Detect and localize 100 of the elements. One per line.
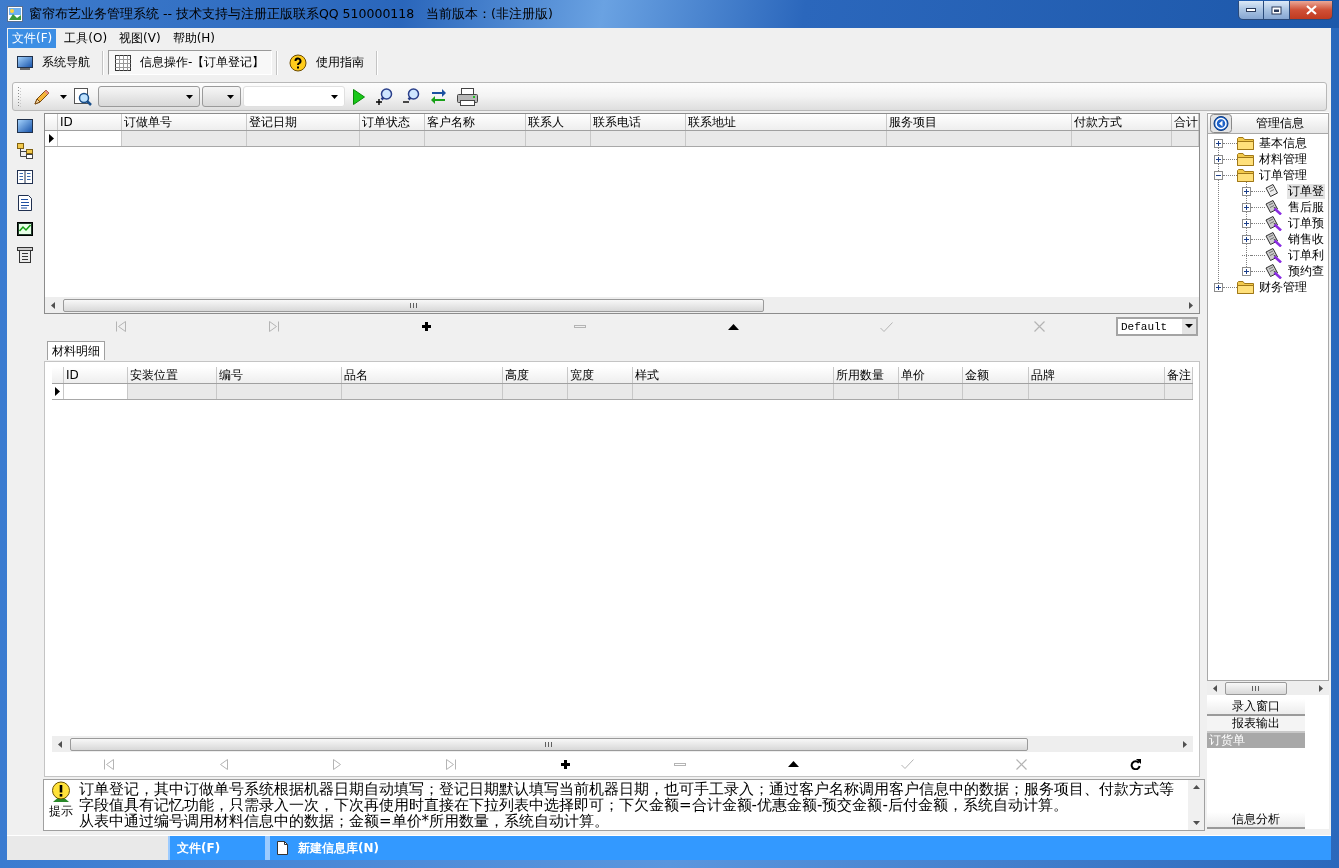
dropdown-arrow-icon[interactable] bbox=[186, 94, 193, 99]
tree-item[interactable]: 订单预 bbox=[1287, 215, 1325, 231]
minimize-icon bbox=[1246, 8, 1256, 12]
expand-icon[interactable] bbox=[1214, 154, 1223, 164]
printer-icon[interactable] bbox=[457, 87, 478, 106]
column-header: 宽度 bbox=[568, 367, 633, 383]
toolbar-button[interactable]: 系统导航 bbox=[10, 50, 98, 75]
collapse-icon[interactable] bbox=[1214, 170, 1223, 180]
tree-item[interactable]: 基本信息 bbox=[1258, 135, 1308, 151]
tree-item[interactable]: 销售收 bbox=[1287, 231, 1325, 247]
scroll-left-icon[interactable] bbox=[51, 301, 55, 309]
tree-item[interactable]: 订单利 bbox=[1287, 247, 1325, 263]
column-header: 品名 bbox=[342, 367, 503, 383]
document-icon[interactable] bbox=[17, 195, 33, 211]
tree-item[interactable]: 材料管理 bbox=[1258, 151, 1308, 167]
plus-icon[interactable] bbox=[422, 322, 432, 331]
toolbar-button[interactable]: 使用指南 bbox=[282, 50, 373, 75]
table-cell bbox=[834, 384, 899, 399]
window-icon[interactable] bbox=[17, 119, 33, 133]
tree-item[interactable]: 售后服 bbox=[1287, 199, 1325, 215]
swap-arrows-icon[interactable] bbox=[430, 88, 447, 105]
refresh-icon[interactable] bbox=[1130, 758, 1142, 770]
tab[interactable]: 材料明细 bbox=[47, 341, 105, 360]
tree-item[interactable]: 财务管理 bbox=[1258, 279, 1308, 295]
dropdown-arrow-icon[interactable] bbox=[331, 94, 338, 99]
pencil-icon[interactable] bbox=[33, 87, 51, 106]
horizontal-scrollbar[interactable] bbox=[45, 297, 1199, 313]
column-header: 订做单号 bbox=[122, 114, 247, 130]
tree-item[interactable]: 预约查 bbox=[1287, 263, 1325, 279]
expand-icon[interactable] bbox=[1242, 202, 1251, 212]
grid-icon bbox=[115, 54, 131, 71]
column-header: 备注 bbox=[1165, 367, 1193, 383]
scroll-right-icon[interactable] bbox=[1319, 684, 1323, 692]
tree-item[interactable]: 订单管理 bbox=[1258, 167, 1308, 183]
find-document-icon[interactable] bbox=[74, 87, 92, 106]
plus-icon[interactable] bbox=[560, 759, 570, 769]
hint-text: 订单登记，其中订做单号系统根据机器日期自动填写；登记日期默认填写当前机器日期，也可手工录入；通过客户名称调用客户信息中的数据；服务项目、付款方式等字段值具有记忆功能，只需录入一次，下次再使用时直接在下拉列表中选择即可；下欠金额=合计金额-优惠金额-预交金额-后付金额，系统自动计算。 bbox=[79, 781, 1175, 813]
horizontal-scrollbar[interactable] bbox=[52, 736, 1193, 752]
scroll-thumb[interactable] bbox=[70, 737, 1028, 751]
expand-icon[interactable] bbox=[1214, 282, 1223, 292]
scroll-right-icon[interactable] bbox=[1189, 301, 1193, 309]
column-header: 付款方式 bbox=[1072, 114, 1172, 130]
column-header: ID bbox=[64, 367, 128, 383]
tree-item[interactable]: 订单登 bbox=[1287, 183, 1325, 199]
scroll-down-icon[interactable] bbox=[1192, 821, 1200, 825]
scroll-thumb[interactable] bbox=[63, 298, 764, 312]
scroll-up-icon[interactable] bbox=[1192, 785, 1200, 789]
list-icon[interactable] bbox=[17, 247, 33, 263]
column-header: 安装位置 bbox=[128, 367, 217, 383]
column-header: ID bbox=[58, 114, 122, 130]
dropdown-arrow-icon[interactable] bbox=[60, 94, 67, 99]
column-header: 联系电话 bbox=[591, 114, 686, 130]
filter-field[interactable] bbox=[243, 86, 345, 107]
gripper-icon[interactable] bbox=[17, 86, 21, 107]
column-header: 所用数量 bbox=[834, 367, 899, 383]
column-header: 联系地址 bbox=[686, 114, 887, 130]
table-cell bbox=[899, 384, 963, 399]
page-pen-icon bbox=[1265, 247, 1283, 263]
minimize-button[interactable] bbox=[1238, 1, 1264, 20]
toolbar-button[interactable]: 信息操作-【订单登记】 bbox=[108, 50, 273, 75]
close-button[interactable] bbox=[1290, 1, 1333, 20]
horizontal-scrollbar[interactable] bbox=[1207, 681, 1329, 695]
expand-icon[interactable] bbox=[1242, 234, 1251, 244]
dropdown-arrow-icon[interactable] bbox=[227, 94, 234, 99]
window-title: 窗帘布艺业务管理系统 -- 技术支持与注册正版联系QQ 510000118 当前版本：(非注册版) bbox=[29, 6, 553, 22]
scroll-left-icon[interactable] bbox=[1213, 684, 1217, 692]
status-text: 文件(F) bbox=[177, 839, 221, 857]
scroll-left-icon[interactable] bbox=[58, 740, 62, 748]
play-icon[interactable] bbox=[353, 88, 365, 105]
zoom-in-icon[interactable] bbox=[376, 88, 393, 105]
panel-title: 管理信息 bbox=[1255, 115, 1305, 132]
vertical-scrollbar[interactable] bbox=[1188, 780, 1204, 830]
page-pen-icon bbox=[1265, 231, 1283, 247]
column-header: 高度 bbox=[503, 367, 568, 383]
folder-icon bbox=[1237, 136, 1254, 150]
column-header: 单价 bbox=[899, 367, 963, 383]
layout-dropdown[interactable]: Default bbox=[1116, 317, 1198, 336]
scroll-thumb[interactable] bbox=[1225, 681, 1287, 695]
expand-icon[interactable] bbox=[1242, 186, 1251, 196]
hierarchy-icon[interactable] bbox=[17, 143, 33, 159]
menu-item[interactable]: 帮助(H) bbox=[168, 28, 220, 48]
expand-icon[interactable] bbox=[1242, 218, 1251, 228]
menu-item[interactable]: 工具(O) bbox=[60, 28, 112, 48]
table-cell bbox=[1172, 131, 1199, 146]
scroll-right-icon[interactable] bbox=[1183, 740, 1187, 748]
group-header[interactable]: 信息分析 bbox=[1207, 812, 1305, 829]
chart-icon[interactable] bbox=[17, 221, 33, 237]
group-header[interactable]: 报表输出 bbox=[1207, 716, 1305, 733]
up-triangle-icon[interactable] bbox=[727, 323, 739, 330]
maximize-button[interactable] bbox=[1264, 1, 1290, 20]
menu-item[interactable]: 视图(V) bbox=[115, 28, 165, 48]
expand-icon[interactable] bbox=[1242, 266, 1251, 276]
zoom-out-icon[interactable] bbox=[403, 88, 420, 105]
group-header[interactable]: 录入窗口 bbox=[1207, 699, 1305, 716]
up-triangle-icon[interactable] bbox=[788, 761, 800, 767]
column-header: 合计 bbox=[1172, 114, 1199, 130]
maximize-icon bbox=[1271, 5, 1282, 15]
expand-icon[interactable] bbox=[1214, 138, 1223, 148]
back-icon[interactable] bbox=[1210, 114, 1232, 133]
book-icon[interactable] bbox=[17, 169, 33, 185]
